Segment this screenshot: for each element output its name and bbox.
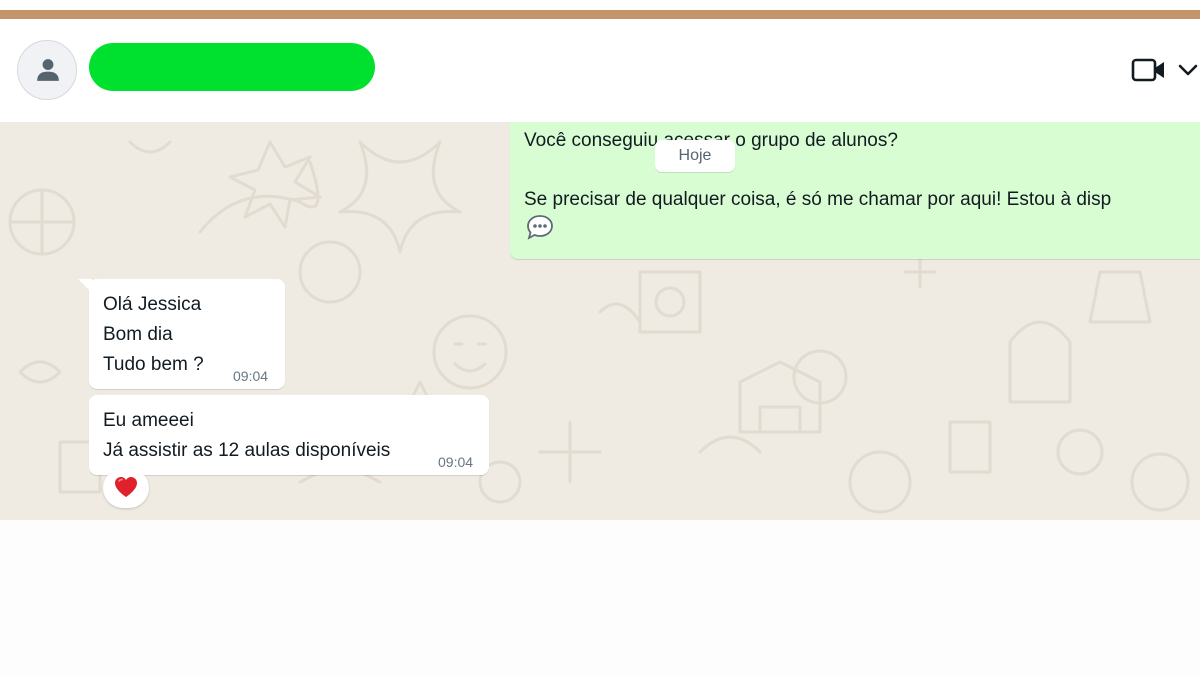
message-time: 09:04 bbox=[438, 454, 474, 470]
heart-reaction[interactable] bbox=[103, 468, 149, 508]
heart-icon bbox=[115, 477, 137, 497]
message-text: Se precisar de qualquer coisa, é só me c… bbox=[524, 189, 1112, 210]
message-text: Olá Jessica bbox=[103, 294, 202, 315]
call-menu-button[interactable] bbox=[1176, 55, 1200, 85]
outgoing-message[interactable]: Você conseguiu acessar o grupo de alunos… bbox=[510, 122, 1200, 259]
person-icon bbox=[37, 59, 59, 81]
chat-area[interactable]: Você conseguiu acessar o grupo de alunos… bbox=[0, 122, 1200, 520]
message-text: Eu ameeei bbox=[103, 410, 194, 431]
message-time: 09:04 bbox=[233, 368, 269, 384]
chat-header bbox=[0, 19, 1200, 123]
speech-bubble-emoji bbox=[526, 214, 554, 245]
message-text: Já assistir as 12 aulas disponíveis bbox=[103, 440, 391, 461]
incoming-message[interactable]: Olá Jessica Bom dia Tudo bem ? 09:04 bbox=[89, 279, 285, 389]
message-text: Bom dia bbox=[103, 324, 173, 345]
contact-name-redacted[interactable] bbox=[89, 43, 375, 91]
frame-top bbox=[0, 0, 1200, 10]
frame-border bbox=[0, 10, 1200, 19]
date-divider: Hoje bbox=[655, 140, 735, 172]
video-call-button[interactable] bbox=[1131, 55, 1167, 85]
chevron-down-icon bbox=[1178, 64, 1198, 76]
incoming-message[interactable]: Eu ameeei Já assistir as 12 aulas dispon… bbox=[89, 395, 489, 475]
blank-area bbox=[0, 520, 1200, 675]
video-camera-icon bbox=[1131, 58, 1164, 82]
avatar[interactable] bbox=[17, 40, 77, 100]
message-text: Tudo bem ? bbox=[103, 354, 204, 375]
